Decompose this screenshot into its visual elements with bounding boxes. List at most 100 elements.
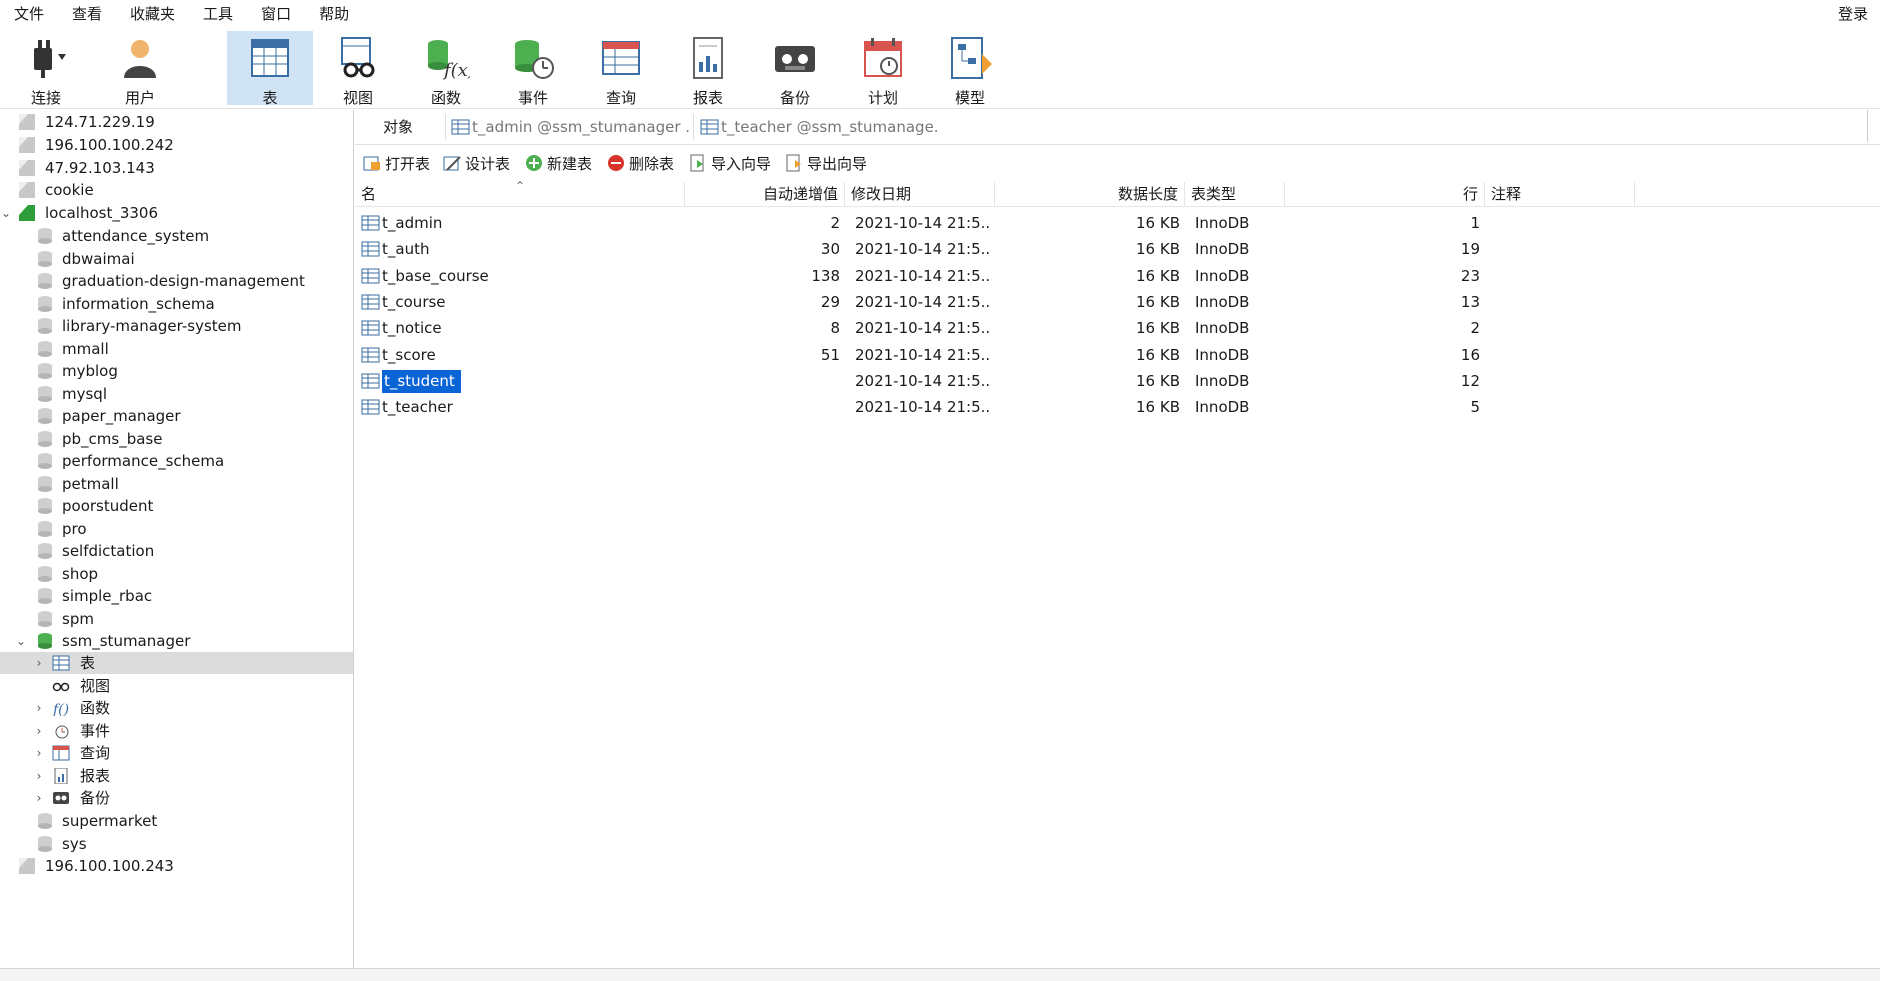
- toolbar-backup-button[interactable]: 备份: [752, 31, 838, 107]
- tree-reports-node[interactable]: › 报表: [0, 765, 353, 787]
- tree-database[interactable]: pb_cms_base: [0, 428, 353, 450]
- tree-connection[interactable]: 196.100.100.243: [0, 855, 353, 877]
- toolbar-user-button[interactable]: 用户: [97, 31, 183, 107]
- tree-connection[interactable]: 47.92.103.143: [0, 157, 353, 179]
- toolbar-model-button[interactable]: 模型: [927, 31, 1013, 107]
- cell-auto-increment: 2: [830, 214, 840, 232]
- export-wizard-button[interactable]: 导出向导: [785, 152, 867, 176]
- table-row[interactable]: t_admin 2 2021-10-14 21:5... 16 KB InnoDB 1: [355, 210, 1880, 236]
- tree-connection[interactable]: 124.71.229.19: [0, 111, 353, 133]
- tree-views-node[interactable]: 视图: [0, 675, 353, 697]
- column-auto-increment-header[interactable]: 自动递增值: [685, 182, 845, 206]
- action-label: 导入向导: [711, 155, 772, 173]
- tree-database[interactable]: graduation-design-management: [0, 270, 353, 292]
- delete-table-button[interactable]: 删除表: [607, 152, 674, 176]
- tab-t-teacher[interactable]: t_teacher @ssm_stumanage...: [700, 112, 940, 142]
- tree-database[interactable]: petmall: [0, 473, 353, 495]
- toolbar-function-button[interactable]: f(x) 函数: [403, 31, 489, 107]
- tree-database[interactable]: paper_manager: [0, 405, 353, 427]
- tree-label: 视图: [80, 677, 111, 695]
- tree-database[interactable]: attendance_system: [0, 225, 353, 247]
- tree-database[interactable]: mysql: [0, 383, 353, 405]
- column-comment-header[interactable]: 注释: [1485, 182, 1635, 206]
- cell-engine: InnoDB: [1195, 292, 1250, 311]
- tree-queries-node[interactable]: › 查询: [0, 742, 353, 764]
- cell-name: t_notice: [361, 315, 681, 341]
- chevron-right-icon[interactable]: ›: [33, 720, 45, 742]
- database-icon: [38, 340, 52, 357]
- column-name-header[interactable]: 名 ⌃: [355, 179, 685, 206]
- menu-file[interactable]: 文件: [0, 0, 58, 28]
- object-tab-bar: 对象 t_admin @ssm_stumanager ... t_teacher…: [355, 110, 1880, 145]
- tree-database-open[interactable]: ⌄ ssm_stumanager: [0, 630, 353, 652]
- column-data-length-header[interactable]: 数据长度: [995, 182, 1185, 206]
- open-table-button[interactable]: 打开表: [363, 152, 430, 176]
- tree-database[interactable]: selfdictation: [0, 540, 353, 562]
- design-table-button[interactable]: 设计表: [443, 152, 510, 176]
- new-table-button[interactable]: 新建表: [525, 152, 592, 176]
- menu-tools[interactable]: 工具: [189, 0, 247, 28]
- table-name: t_notice: [382, 319, 442, 338]
- tree-database[interactable]: information_schema: [0, 293, 353, 315]
- tree-database[interactable]: simple_rbac: [0, 585, 353, 607]
- cell-data-length: 16 KB: [1136, 214, 1180, 232]
- tree-functions-node[interactable]: › f() 函数: [0, 697, 353, 719]
- toolbar-schedule-button[interactable]: 计划: [840, 31, 926, 107]
- import-wizard-button[interactable]: 导入向导: [689, 152, 771, 176]
- table-row[interactable]: t_notice 8 2021-10-14 21:5... 16 KB InnoDB 2: [355, 315, 1880, 341]
- tree-tables-node[interactable]: › 表: [0, 652, 353, 674]
- tree-backups-node[interactable]: › 备份: [0, 787, 353, 809]
- chevron-right-icon[interactable]: ›: [33, 787, 45, 809]
- tree-database[interactable]: performance_schema: [0, 450, 353, 472]
- table-row[interactable]: t_student 2021-10-14 21:5... 16 KB InnoDB 12: [355, 368, 1880, 394]
- tree-events-node[interactable]: › 事件: [0, 720, 353, 742]
- column-rows-header[interactable]: 行: [1285, 182, 1485, 206]
- toolbar-event-button[interactable]: 事件: [490, 31, 576, 107]
- column-engine-header[interactable]: 表类型: [1185, 182, 1285, 206]
- tree-database[interactable]: pro: [0, 518, 353, 540]
- table-row[interactable]: t_base_course 138 2021-10-14 21:5... 16 KB I…: [355, 263, 1880, 289]
- import-icon: [690, 154, 704, 172]
- tree-connection-localhost[interactable]: ⌄ localhost_3306: [0, 202, 353, 224]
- chevron-down-icon[interactable]: ⌄: [15, 630, 27, 652]
- table-row[interactable]: t_auth 30 2021-10-14 21:5... 16 KB InnoDB 19: [355, 236, 1880, 262]
- tree-database[interactable]: dbwaimai: [0, 248, 353, 270]
- menu-favorites[interactable]: 收藏夹: [116, 0, 189, 28]
- tree-database[interactable]: poorstudent: [0, 495, 353, 517]
- login-link[interactable]: 登录: [1838, 0, 1868, 28]
- tree-database[interactable]: mmall: [0, 338, 353, 360]
- toolbar-view-button[interactable]: 视图: [315, 31, 401, 107]
- toolbar-table-button[interactable]: 表: [227, 31, 313, 107]
- tree-database[interactable]: spm: [0, 608, 353, 630]
- chevron-right-icon[interactable]: ›: [33, 697, 45, 719]
- database-icon: [38, 565, 52, 582]
- table-row[interactable]: t_course 29 2021-10-14 21:5... 16 KB InnoDB 1…: [355, 289, 1880, 315]
- tree-database[interactable]: supermarket: [0, 810, 353, 832]
- menu-window[interactable]: 窗口: [247, 0, 305, 28]
- tab-t-admin[interactable]: t_admin @ssm_stumanager ...: [451, 112, 689, 142]
- table-icon: [251, 39, 289, 77]
- chevron-right-icon[interactable]: ›: [33, 765, 45, 787]
- tab-objects[interactable]: 对象: [383, 112, 413, 142]
- tree-database[interactable]: library-manager-system: [0, 315, 353, 337]
- database-icon: [38, 610, 52, 627]
- chevron-down-icon[interactable]: ⌄: [0, 202, 12, 224]
- table-row[interactable]: t_score 51 2021-10-14 21:5... 16 KB InnoDB 16: [355, 342, 1880, 368]
- tree-connection[interactable]: 196.100.100.242: [0, 134, 353, 156]
- cell-modified-date: 2021-10-14 21:5...: [855, 319, 990, 338]
- column-modified-date-header[interactable]: 修改日期: [845, 182, 995, 206]
- tree-database[interactable]: sys: [0, 833, 353, 855]
- toolbar-connect-button[interactable]: 连接: [3, 31, 89, 107]
- tree-database[interactable]: shop: [0, 563, 353, 585]
- chevron-right-icon[interactable]: ›: [33, 652, 45, 674]
- menu-help[interactable]: 帮助: [305, 0, 363, 28]
- tree-database[interactable]: myblog: [0, 360, 353, 382]
- database-icon: [38, 543, 52, 559]
- chevron-right-icon[interactable]: ›: [33, 742, 45, 764]
- menu-view[interactable]: 查看: [58, 0, 116, 28]
- view-icon: [341, 37, 375, 78]
- tree-connection[interactable]: cookie: [0, 179, 353, 201]
- toolbar-query-button[interactable]: 查询: [578, 31, 664, 107]
- table-row[interactable]: t_teacher 2021-10-14 21:5... 16 KB InnoDB 5: [355, 394, 1880, 420]
- toolbar-report-button[interactable]: 报表: [665, 31, 751, 107]
